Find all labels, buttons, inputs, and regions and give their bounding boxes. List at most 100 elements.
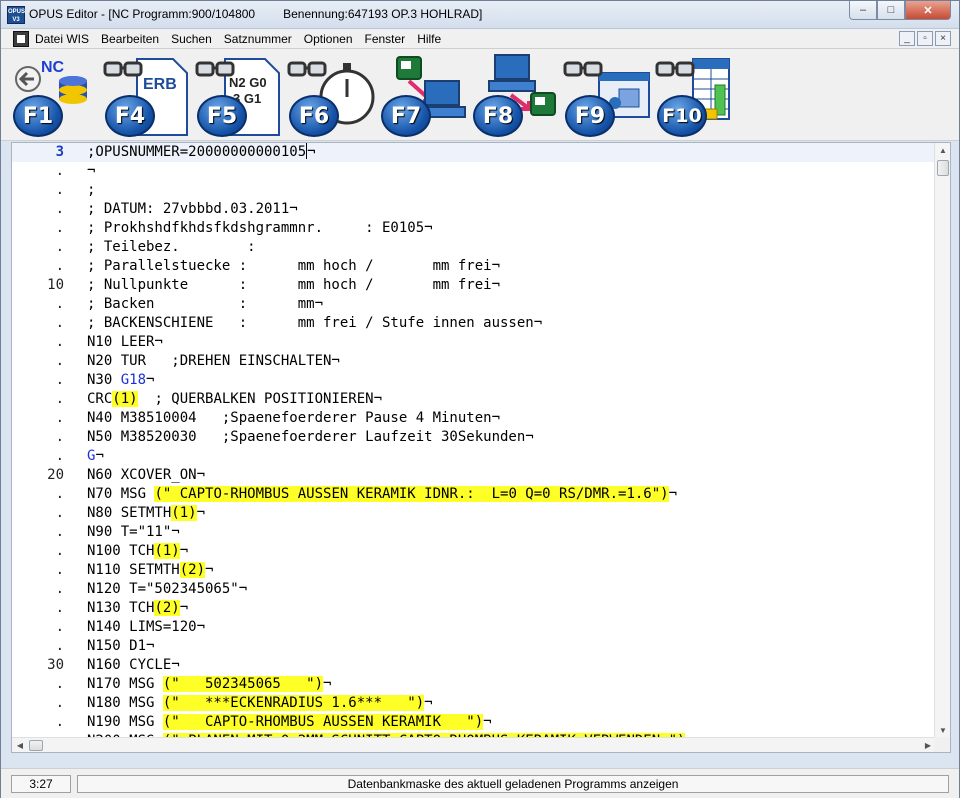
code-line[interactable]: . N30 G18¬ bbox=[12, 371, 936, 390]
code-line[interactable]: . ; Backen : mm¬ bbox=[12, 295, 936, 314]
code-text[interactable]: N140 LIMS=120¬ bbox=[87, 618, 205, 637]
code-segment: N60 XCOVER_ON¬ bbox=[87, 467, 206, 483]
minimize-button[interactable]: – bbox=[849, 1, 877, 20]
f8-button[interactable]: F8 bbox=[471, 51, 559, 139]
f10-button[interactable]: F10 bbox=[655, 51, 743, 139]
code-segment: ; bbox=[87, 182, 96, 198]
code-text[interactable]: N10 LEER¬ bbox=[87, 333, 163, 352]
code-line[interactable]: 30 N160 CYCLE¬ bbox=[12, 656, 936, 675]
scroll-left-arrow-icon[interactable]: ◀ bbox=[12, 738, 28, 753]
mdi-minimize-button[interactable]: _ bbox=[899, 31, 915, 46]
code-line[interactable]: . N100 TCH(1)¬ bbox=[12, 542, 936, 561]
f6-button[interactable]: F6 bbox=[287, 51, 375, 139]
maximize-button[interactable]: □ bbox=[877, 1, 905, 20]
code-line[interactable]: . N130 TCH(2)¬ bbox=[12, 599, 936, 618]
f1-button[interactable]: NC F1 bbox=[11, 51, 99, 139]
horizontal-scrollbar[interactable]: ◀ ▶ bbox=[12, 737, 936, 752]
code-text[interactable]: ; DATUM: 27vbbbd.03.2011¬ bbox=[87, 200, 298, 219]
f9-key-label: F9 bbox=[565, 95, 615, 137]
editor-lines[interactable]: 3 ;OPUSNUMMER=20000000000105¬. ¬.;.; DATUM… bbox=[12, 143, 936, 739]
code-line[interactable]: 3 ;OPUSNUMMER=20000000000105¬ bbox=[12, 143, 936, 162]
code-text[interactable]: N40 M38510004 ;Spaenefoerderer Pause 4 M… bbox=[87, 409, 500, 428]
code-text[interactable]: N170 MSG (" 502345065 ")¬ bbox=[87, 675, 331, 694]
menu-item-datei-wis[interactable]: Datei WIS bbox=[35, 32, 89, 46]
code-line[interactable]: . CRC(1) ; QUERBALKEN POSITIONIEREN¬ bbox=[12, 390, 936, 409]
code-text[interactable]: N110 SETMTH(2)¬ bbox=[87, 561, 213, 580]
code-text[interactable]: N80 SETMTH(1)¬ bbox=[87, 504, 205, 523]
mdi-restore-button[interactable]: ▫ bbox=[917, 31, 933, 46]
code-text[interactable]: ; Parallelstuecke : mm hoch / mm frei¬ bbox=[87, 257, 500, 276]
code-line[interactable]: . G¬ bbox=[12, 447, 936, 466]
code-text[interactable]: N180 MSG (" ***ECKENRADIUS 1.6*** ")¬ bbox=[87, 694, 433, 713]
code-text[interactable]: ; Backen : mm¬ bbox=[87, 295, 323, 314]
code-text[interactable]: N60 XCOVER_ON¬ bbox=[87, 466, 205, 485]
code-text[interactable]: ; Nullpunkte : mm hoch / mm frei¬ bbox=[87, 276, 500, 295]
code-text[interactable]: N130 TCH(2)¬ bbox=[87, 599, 188, 618]
document-system-menu-icon[interactable] bbox=[13, 31, 29, 47]
code-text[interactable]: N90 T="11"¬ bbox=[87, 523, 180, 542]
code-segment: N50 M38520030 ;Spaenefoerderer Laufzeit … bbox=[87, 429, 534, 445]
code-editor[interactable]: 3 ;OPUSNUMMER=20000000000105¬. ¬.;.; DATUM… bbox=[11, 142, 951, 753]
code-line[interactable]: . N20 TUR ;DREHEN EINSCHALTEN¬ bbox=[12, 352, 936, 371]
f9-button[interactable]: F9 bbox=[563, 51, 651, 139]
menu-item-hilfe[interactable]: Hilfe bbox=[417, 32, 441, 46]
code-text[interactable]: N160 CYCLE¬ bbox=[87, 656, 180, 675]
code-text[interactable]: N50 M38520030 ;Spaenefoerderer Laufzeit … bbox=[87, 428, 534, 447]
code-line[interactable]: 10 ; Nullpunkte : mm hoch / mm frei¬ bbox=[12, 276, 936, 295]
menu-item-optionen[interactable]: Optionen bbox=[304, 32, 353, 46]
scroll-up-arrow-icon[interactable]: ▲ bbox=[935, 143, 951, 159]
code-line[interactable]: . ; Prokhshdfkhdsfkdshgrammnr. : E0105¬ bbox=[12, 219, 936, 238]
f5-key-label: F5 bbox=[197, 95, 247, 137]
vertical-scroll-thumb[interactable] bbox=[937, 160, 949, 176]
code-text[interactable]: N190 MSG (" CAPTO-RHOMBUS AUSSEN KERAMIK… bbox=[87, 713, 492, 732]
code-text[interactable]: N70 MSG (" CAPTO-RHOMBUS AUSSEN KERAMIK … bbox=[87, 485, 677, 504]
code-text[interactable]: ; bbox=[87, 181, 95, 200]
code-text[interactable]: CRC(1) ; QUERBALKEN POSITIONIEREN¬ bbox=[87, 390, 382, 409]
code-text[interactable]: N20 TUR ;DREHEN EINSCHALTEN¬ bbox=[87, 352, 340, 371]
code-line[interactable]: . N110 SETMTH(2)¬ bbox=[12, 561, 936, 580]
code-line[interactable]: 20 N60 XCOVER_ON¬ bbox=[12, 466, 936, 485]
f5-button[interactable]: N2 G0 3 G1 F5 bbox=[195, 51, 283, 139]
code-line[interactable]: . N70 MSG (" CAPTO-RHOMBUS AUSSEN KERAMIK… bbox=[12, 485, 936, 504]
code-line[interactable]: . N180 MSG (" ***ECKENRADIUS 1.6*** ")¬ bbox=[12, 694, 936, 713]
horizontal-scroll-thumb[interactable] bbox=[29, 740, 43, 751]
vertical-scrollbar[interactable]: ▲ ▼ bbox=[934, 143, 950, 739]
code-text[interactable]: ; Prokhshdfkhdsfkdshgrammnr. : E0105¬ bbox=[87, 219, 433, 238]
menu-item-suchen[interactable]: Suchen bbox=[171, 32, 212, 46]
code-line[interactable]: . N50 M38520030 ;Spaenefoerderer Laufzeit… bbox=[12, 428, 936, 447]
code-line[interactable]: . ; Parallelstuecke : mm hoch / mm frei¬ bbox=[12, 257, 936, 276]
code-line[interactable]: . N90 T="11"¬ bbox=[12, 523, 936, 542]
code-line[interactable]: . N120 T="502345065"¬ bbox=[12, 580, 936, 599]
f4-button[interactable]: ERB F4 bbox=[103, 51, 191, 139]
code-text[interactable]: ;OPUSNUMMER=20000000000105¬ bbox=[87, 143, 316, 162]
code-text[interactable]: G¬ bbox=[87, 447, 104, 466]
mdi-close-button[interactable]: × bbox=[935, 31, 951, 46]
code-line[interactable]: . ¬ bbox=[12, 162, 936, 181]
code-text[interactable]: ; Teilebez. : bbox=[87, 238, 256, 257]
line-number: . bbox=[55, 220, 64, 236]
f7-button[interactable]: F7 bbox=[379, 51, 467, 139]
code-text[interactable]: ; BACKENSCHIENE : mm frei / Stufe innen … bbox=[87, 314, 542, 333]
menu-item-satznummer[interactable]: Satznummer bbox=[224, 32, 292, 46]
code-text[interactable]: N100 TCH(1)¬ bbox=[87, 542, 188, 561]
menu-item-bearbeiten[interactable]: Bearbeiten bbox=[101, 32, 159, 46]
code-line[interactable]: .; bbox=[12, 181, 936, 200]
code-segment: N180 MSG bbox=[87, 695, 163, 711]
code-line[interactable]: . ; DATUM: 27vbbbd.03.2011¬ bbox=[12, 200, 936, 219]
code-line[interactable]: . N40 M38510004 ;Spaenefoerderer Pause 4 … bbox=[12, 409, 936, 428]
code-line[interactable]: . N150 D1¬ bbox=[12, 637, 936, 656]
close-button[interactable]: ✕ bbox=[905, 1, 951, 20]
menu-item-fenster[interactable]: Fenster bbox=[365, 32, 406, 46]
code-text[interactable]: ¬ bbox=[87, 162, 95, 181]
code-line[interactable]: . N140 LIMS=120¬ bbox=[12, 618, 936, 637]
code-line[interactable]: . N170 MSG (" 502345065 ")¬ bbox=[12, 675, 936, 694]
code-text[interactable]: N150 D1¬ bbox=[87, 637, 154, 656]
code-line[interactable]: . ; BACKENSCHIENE : mm frei / Stufe innen… bbox=[12, 314, 936, 333]
code-text[interactable]: N120 T="502345065"¬ bbox=[87, 580, 247, 599]
code-line[interactable]: . N190 MSG (" CAPTO-RHOMBUS AUSSEN KERAMI… bbox=[12, 713, 936, 732]
code-segment: N80 SETMTH bbox=[87, 505, 172, 521]
code-line[interactable]: . N80 SETMTH(1)¬ bbox=[12, 504, 936, 523]
code-text[interactable]: N30 G18¬ bbox=[87, 371, 154, 390]
code-line[interactable]: . N10 LEER¬ bbox=[12, 333, 936, 352]
code-line[interactable]: . ; Teilebez. : bbox=[12, 238, 936, 257]
